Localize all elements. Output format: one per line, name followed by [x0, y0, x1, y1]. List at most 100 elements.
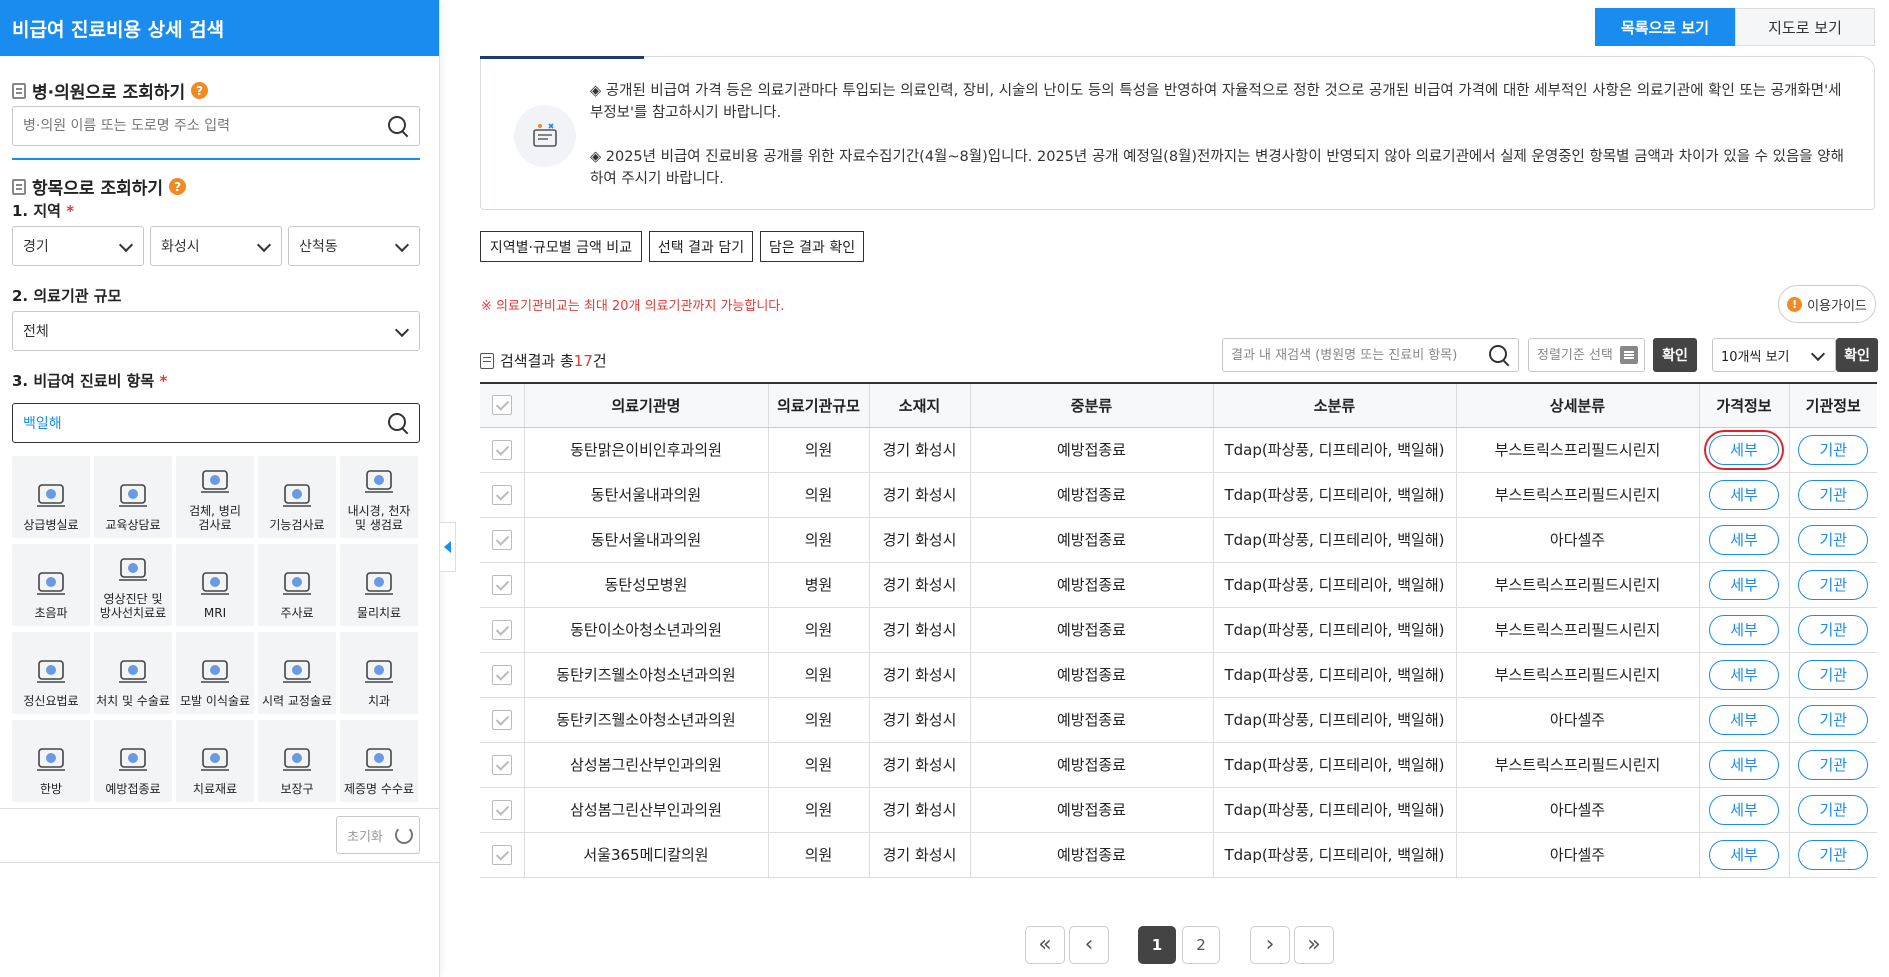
- page-1-button[interactable]: 1: [1138, 926, 1176, 964]
- chevron-down-icon: [394, 237, 410, 253]
- reset-button[interactable]: 초기화: [336, 816, 420, 854]
- physical-therapy-icon: [359, 565, 399, 606]
- detail-button[interactable]: 세부: [1709, 479, 1779, 510]
- search-icon[interactable]: [387, 412, 409, 434]
- row-checkbox[interactable]: [491, 754, 512, 775]
- search-icon[interactable]: [1488, 344, 1510, 366]
- category-wheelchair[interactable]: 보장구: [258, 720, 336, 802]
- category-material[interactable]: 치료재료: [176, 720, 254, 802]
- category-brain[interactable]: 정신요법료: [12, 632, 90, 714]
- org-info-button[interactable]: 기관: [1798, 659, 1869, 690]
- detail-button[interactable]: 세부: [1709, 524, 1779, 555]
- next-page-button[interactable]: ›: [1250, 926, 1290, 964]
- org-info-button[interactable]: 기관: [1798, 614, 1869, 645]
- page-size-select[interactable]: 10개씩 보기: [1712, 338, 1836, 372]
- category-mri[interactable]: MRI: [176, 544, 254, 626]
- category-consultation[interactable]: 교육상담료: [94, 456, 172, 538]
- row-select-cell: [480, 562, 524, 608]
- category-acupuncture[interactable]: 한방: [12, 720, 90, 802]
- detail-button[interactable]: 세부: [1709, 614, 1779, 645]
- re-search-input[interactable]: [1231, 347, 1488, 363]
- page-size-confirm-button[interactable]: 확인: [1836, 338, 1878, 372]
- category-physical-therapy[interactable]: 물리치료: [340, 544, 418, 626]
- add-selection-button[interactable]: 선택 결과 담기: [649, 231, 753, 262]
- category-hair[interactable]: 모발 이식술료: [176, 632, 254, 714]
- table-cell: 아다셀주: [1455, 787, 1699, 833]
- org-info-button[interactable]: 기관: [1798, 434, 1869, 465]
- page-2-button[interactable]: 2: [1182, 926, 1220, 964]
- eye-icon: [277, 653, 317, 694]
- row-checkbox[interactable]: [491, 619, 512, 640]
- hair-icon: [195, 653, 235, 694]
- sort-input[interactable]: [1537, 347, 1620, 363]
- row-checkbox[interactable]: [491, 484, 512, 505]
- table-cell: 경기 화성시: [868, 427, 970, 473]
- category-label: 처치 및 수술료: [96, 694, 170, 708]
- usage-guide-button[interactable]: ! 이용가이드: [1778, 285, 1876, 323]
- org-info-button[interactable]: 기관: [1798, 569, 1869, 600]
- detail-button[interactable]: 세부: [1709, 659, 1779, 690]
- category-endoscope[interactable]: 내시경, 천자 및 생검료: [340, 456, 418, 538]
- table-cell: Tdap(파상풍, 디프테리아, 백일해): [1212, 562, 1456, 608]
- map-view-button[interactable]: 지도로 보기: [1735, 8, 1875, 46]
- row-checkbox[interactable]: [491, 844, 512, 865]
- sort-select[interactable]: [1528, 338, 1645, 372]
- category-vaccine[interactable]: 예방접종료: [94, 720, 172, 802]
- row-checkbox[interactable]: [491, 574, 512, 595]
- category-certificate[interactable]: 제증명 수수료: [340, 720, 418, 802]
- table-cell: 예방접종료: [969, 742, 1213, 788]
- scale-select[interactable]: 전체: [12, 311, 420, 351]
- category-tooth[interactable]: 치과: [340, 632, 418, 714]
- prev-page-button[interactable]: ‹: [1069, 926, 1109, 964]
- org-info-button[interactable]: 기관: [1798, 524, 1869, 555]
- category-radiation[interactable]: 영상진단 및 방사선치료료: [94, 544, 172, 626]
- category-function-test[interactable]: 기능검사료: [258, 456, 336, 538]
- view-saved-button[interactable]: 담은 결과 확인: [760, 231, 864, 262]
- row-checkbox[interactable]: [491, 709, 512, 730]
- row-checkbox[interactable]: [491, 799, 512, 820]
- row-select-cell: [480, 832, 524, 878]
- row-checkbox[interactable]: [491, 439, 512, 460]
- col-header: 소재지: [868, 383, 970, 428]
- org-info-button[interactable]: 기관: [1798, 794, 1869, 825]
- select-all-checkbox[interactable]: [491, 395, 512, 416]
- help-icon[interactable]: ?: [169, 178, 187, 195]
- compare-limit-warning: ※ 의료기관비교는 최대 20개 의료기관까지 가능합니다.: [481, 299, 785, 314]
- org-info-cell: 기관: [1788, 562, 1877, 608]
- last-page-button[interactable]: »: [1294, 926, 1334, 964]
- category-label: 기능검사료: [269, 518, 325, 532]
- item-search-input[interactable]: [23, 415, 387, 431]
- detail-button[interactable]: 세부: [1709, 749, 1779, 780]
- org-info-button[interactable]: 기관: [1798, 704, 1869, 735]
- hospital-search-input[interactable]: [23, 118, 387, 134]
- detail-button[interactable]: 세부: [1709, 839, 1779, 870]
- detail-button[interactable]: 세부: [1709, 704, 1779, 735]
- org-info-button[interactable]: 기관: [1798, 749, 1869, 780]
- category-syringe[interactable]: 주사료: [258, 544, 336, 626]
- sidebar-collapse-handle[interactable]: [440, 522, 456, 572]
- category-eye[interactable]: 시력 교정술료: [258, 632, 336, 714]
- scale-label: 2. 의료기관 규모: [12, 287, 122, 305]
- row-checkbox[interactable]: [491, 664, 512, 685]
- sort-confirm-button[interactable]: 확인: [1653, 338, 1697, 372]
- list-view-button[interactable]: 목록으로 보기: [1595, 8, 1735, 46]
- detail-button[interactable]: 세부: [1709, 569, 1779, 600]
- row-checkbox[interactable]: [491, 529, 512, 550]
- help-icon[interactable]: ?: [191, 82, 209, 99]
- table-cell: 부스트릭스프리필드시린지: [1455, 427, 1699, 473]
- category-scalpel[interactable]: 처치 및 수술료: [94, 632, 172, 714]
- org-info-button[interactable]: 기관: [1798, 839, 1869, 870]
- compare-region-button[interactable]: 지역별·규모별 금액 비교: [480, 231, 642, 262]
- district-select[interactable]: 산척동: [288, 226, 420, 266]
- double-chevron-left-icon: «: [1038, 932, 1052, 957]
- category-ultrasound[interactable]: 초음파: [12, 544, 90, 626]
- city-select[interactable]: 화성시: [150, 226, 282, 266]
- first-page-button[interactable]: «: [1025, 926, 1065, 964]
- detail-button[interactable]: 세부: [1709, 794, 1779, 825]
- org-info-button[interactable]: 기관: [1798, 479, 1869, 510]
- search-icon[interactable]: [387, 115, 409, 137]
- category-microscope[interactable]: 검체, 병리 검사료: [176, 456, 254, 538]
- detail-button[interactable]: 세부: [1709, 434, 1779, 465]
- category-hospital-bed[interactable]: 상급병실료: [12, 456, 90, 538]
- province-select[interactable]: 경기: [12, 226, 144, 266]
